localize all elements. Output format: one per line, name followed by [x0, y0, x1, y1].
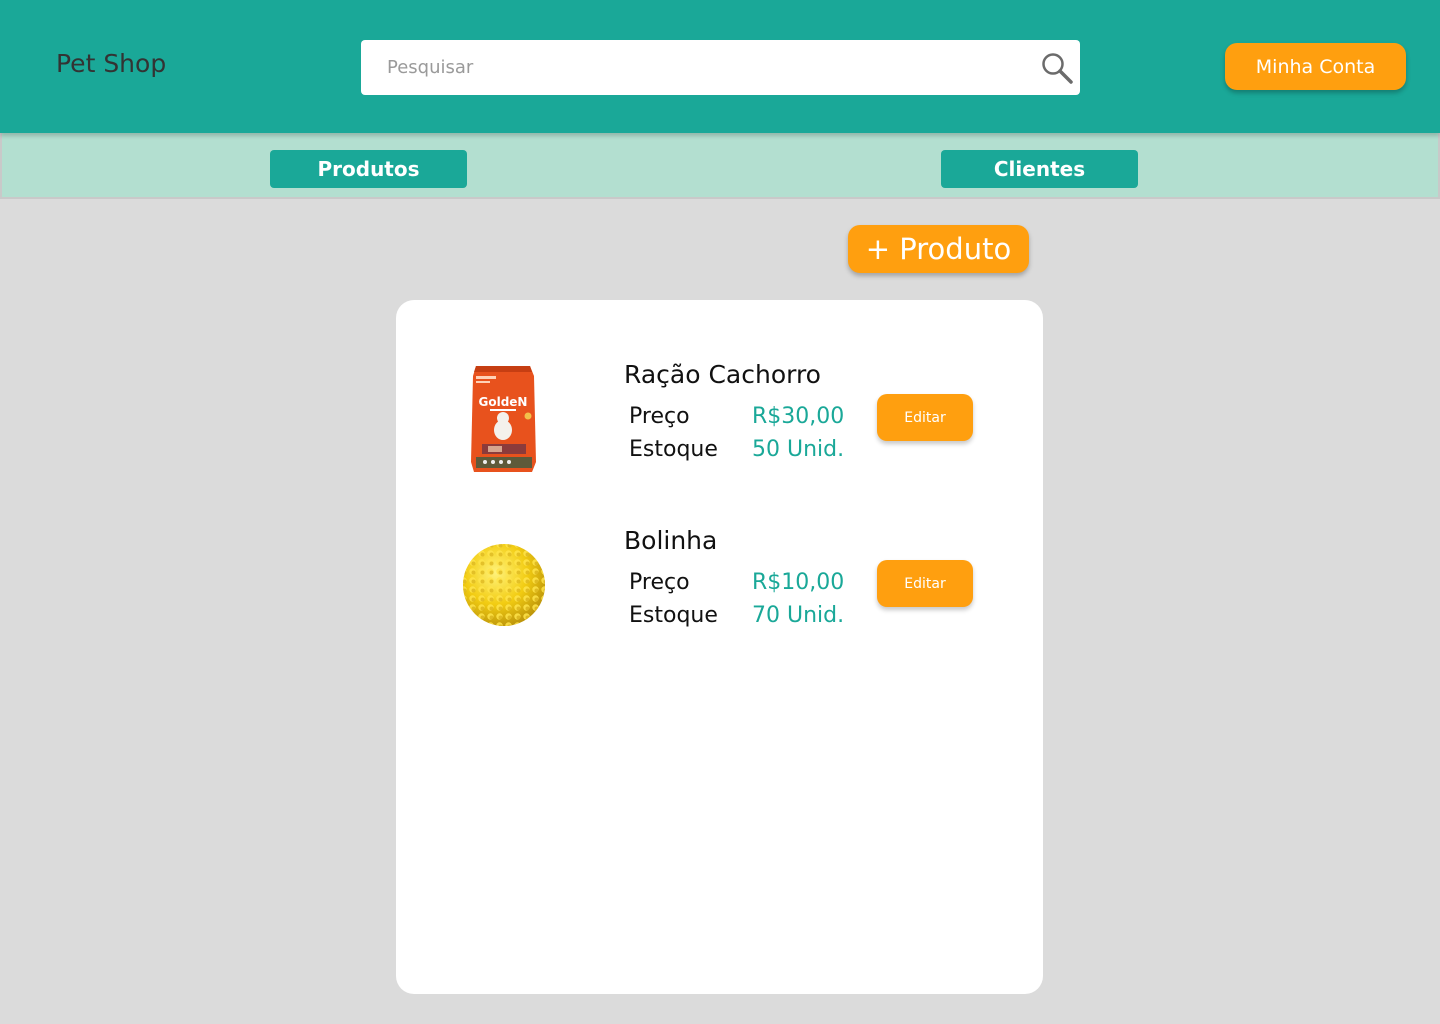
top-header: Pet Shop Minha Conta — [0, 0, 1440, 133]
product-item: GoldeN Ração Cachorro Preço R$30,00 Esto… — [396, 360, 1043, 490]
price-value: R$10,00 — [752, 570, 845, 595]
dog-food-bag-image: GoldeN — [471, 366, 536, 472]
nav-bar: Produtos Clientes — [0, 133, 1440, 199]
yellow-ball-image — [463, 544, 545, 626]
stock-value: 50 Unid. — [752, 437, 845, 462]
stock-value: 70 Unid. — [752, 603, 845, 628]
search-bar[interactable] — [361, 40, 1080, 95]
tab-produtos[interactable]: Produtos — [270, 150, 467, 188]
tab-clientes[interactable]: Clientes — [941, 150, 1138, 188]
search-icon[interactable] — [1040, 51, 1074, 85]
stock-label: Estoque — [629, 603, 718, 628]
stock-label: Estoque — [629, 437, 718, 462]
price-label: Preço — [629, 570, 690, 595]
add-product-button[interactable]: + Produto — [848, 225, 1029, 273]
product-name: Ração Cachorro — [624, 360, 821, 389]
search-input[interactable] — [361, 40, 1021, 95]
brand-logo-text: GoldeN — [479, 395, 528, 409]
my-account-button[interactable]: Minha Conta — [1225, 43, 1406, 90]
product-name: Bolinha — [624, 526, 718, 555]
edit-button[interactable]: Editar — [877, 560, 973, 607]
brand-title: Pet Shop — [56, 49, 167, 78]
price-label: Preço — [629, 404, 690, 429]
price-value: R$30,00 — [752, 404, 845, 429]
product-list-card: GoldeN Ração Cachorro Preço R$30,00 Esto… — [396, 300, 1043, 994]
edit-button[interactable]: Editar — [877, 394, 973, 441]
product-item: Bolinha Preço R$10,00 Estoque 70 Unid. E… — [396, 526, 1043, 656]
